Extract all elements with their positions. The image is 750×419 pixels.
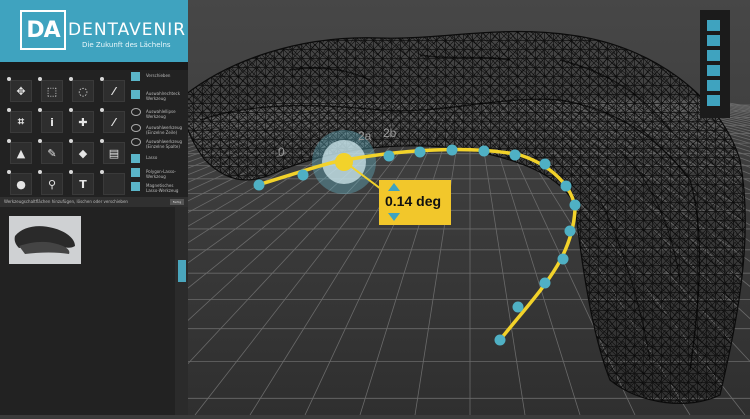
hint-bar: Werkzeugschaltflächen hinzufügen, lösche… (0, 197, 188, 207)
brand-tagline: Die Zukunft des Lächelns (82, 41, 171, 49)
control-point[interactable] (512, 301, 524, 313)
magnifier-icon[interactable]: ⚲ (38, 170, 63, 195)
thumbnail-image (14, 226, 75, 254)
tool-indicator-dot-icon (38, 139, 42, 143)
control-point[interactable] (509, 149, 521, 161)
angle-readout: 0.14 deg (385, 193, 442, 209)
viewport-toolbar (700, 10, 730, 118)
panel-scrollbar[interactable] (175, 207, 188, 415)
control-point[interactable] (560, 180, 572, 192)
done-button[interactable]: Fertig (170, 199, 184, 205)
option-swatch-icon[interactable] (131, 154, 140, 163)
control-point[interactable] (446, 144, 458, 156)
tool-option-label[interactable]: Auswahlwerkzeug (Einzelne Zeile) (146, 125, 184, 135)
crop-icon[interactable]: ⌗ (7, 108, 32, 133)
view-button-3[interactable] (707, 50, 720, 61)
eraser-icon[interactable]: ◆ (69, 139, 94, 164)
control-point[interactable] (478, 145, 490, 157)
view-button-1[interactable] (707, 20, 720, 31)
tool-option-label[interactable]: Auswahlwerkzeug (Einzelne Spalte) (146, 139, 184, 149)
active-control-point[interactable] (335, 153, 353, 171)
paintbrush-icon[interactable]: ⁄ (100, 108, 125, 133)
view-button-4[interactable] (707, 65, 720, 76)
tool-panel: ✥ ⬚ ◌ ⁄ ⌗ ⅰ ✚ ⁄ ▲ ✎ ◆ ▤ ● ⚲ T Verschieben Auswahlrechte… (0, 62, 188, 415)
move-icon[interactable]: ✥ (7, 77, 32, 102)
tool-indicator-dot-icon (7, 108, 11, 112)
option-swatch-icon[interactable] (131, 182, 140, 191)
empty-slot-icon[interactable] (100, 170, 125, 195)
tool-indicator-dot-icon (7, 170, 11, 174)
control-point[interactable] (253, 179, 265, 191)
option-swatch-icon[interactable] (131, 108, 141, 116)
eyedropper-icon[interactable]: ⅰ (38, 108, 63, 133)
control-point[interactable] (494, 334, 506, 346)
point-label: 0 (278, 145, 285, 159)
tool-indicator-dot-icon (7, 77, 11, 81)
brush-icon[interactable]: ⁄ (100, 77, 125, 102)
marquee-select-icon[interactable]: ⬚ (38, 77, 63, 102)
gradient-icon[interactable]: ▤ (100, 139, 125, 164)
scrollbar-thumb[interactable] (178, 260, 186, 282)
text-tool-icon[interactable]: T (69, 170, 94, 195)
lasso-icon[interactable]: ◌ (69, 77, 94, 102)
option-swatch-icon[interactable] (131, 138, 141, 146)
brand-logo: DA (20, 10, 66, 50)
control-point[interactable] (539, 158, 551, 170)
option-swatch-icon[interactable] (131, 168, 140, 177)
tool-indicator-dot-icon (69, 77, 73, 81)
tool-indicator-dot-icon (38, 77, 42, 81)
tool-indicator-dot-icon (38, 170, 42, 174)
control-point[interactable] (414, 146, 426, 158)
control-point[interactable] (564, 225, 576, 237)
point-label: 2a (358, 129, 372, 143)
healing-brush-icon[interactable]: ✚ (69, 108, 94, 133)
control-point[interactable] (383, 150, 395, 162)
view-button-2[interactable] (707, 35, 720, 46)
control-point[interactable] (557, 253, 569, 265)
tool-option-label[interactable]: Lasso (146, 155, 184, 160)
tool-indicator-dot-icon (100, 170, 104, 174)
hint-text: Werkzeugschaltflächen hinzufügen, lösche… (4, 199, 128, 204)
tool-indicator-dot-icon (69, 108, 73, 112)
option-swatch-icon[interactable] (131, 124, 141, 132)
tool-option-label[interactable]: Auswahlrechteck Werkzeug (146, 91, 184, 101)
stamp-icon[interactable]: ▲ (7, 139, 32, 164)
tool-indicator-dot-icon (7, 139, 11, 143)
view-button-6[interactable] (707, 95, 720, 106)
decrease-angle-arrow-icon[interactable] (388, 213, 400, 221)
tool-indicator-dot-icon (69, 139, 73, 143)
tool-indicator-dot-icon (100, 139, 104, 143)
tool-option-label[interactable]: Polygon-Lasso-Werkzeug (146, 169, 184, 179)
tool-indicator-dot-icon (100, 77, 104, 81)
model-thumbnail[interactable] (9, 216, 81, 264)
tool-option-label[interactable]: Verschieben (146, 73, 184, 78)
tool-indicator-dot-icon (100, 108, 104, 112)
control-point[interactable] (569, 199, 581, 211)
brand-name: DENTAVENIR (68, 20, 187, 40)
view-button-5[interactable] (707, 80, 720, 91)
option-swatch-icon[interactable] (131, 90, 140, 99)
brand-header: DA DENTAVENIR Die Zukunft des Lächelns (0, 0, 188, 62)
control-point[interactable] (297, 169, 309, 181)
control-point[interactable] (539, 277, 551, 289)
tool-option-label[interactable]: Auswahlellipse Werkzeug (146, 109, 184, 119)
option-swatch-icon[interactable] (131, 72, 140, 81)
tool-option-label[interactable]: Magnetisches Lasso-Werkzeug (146, 183, 184, 193)
angle-adjust-widget[interactable]: 0.14 deg (379, 180, 451, 225)
drop-icon[interactable]: ● (7, 170, 32, 195)
tool-indicator-dot-icon (69, 170, 73, 174)
point-label: 2b (383, 126, 397, 140)
history-brush-icon[interactable]: ✎ (38, 139, 63, 164)
tool-indicator-dot-icon (38, 108, 42, 112)
increase-angle-arrow-icon[interactable] (388, 183, 400, 191)
status-strip (0, 62, 188, 70)
